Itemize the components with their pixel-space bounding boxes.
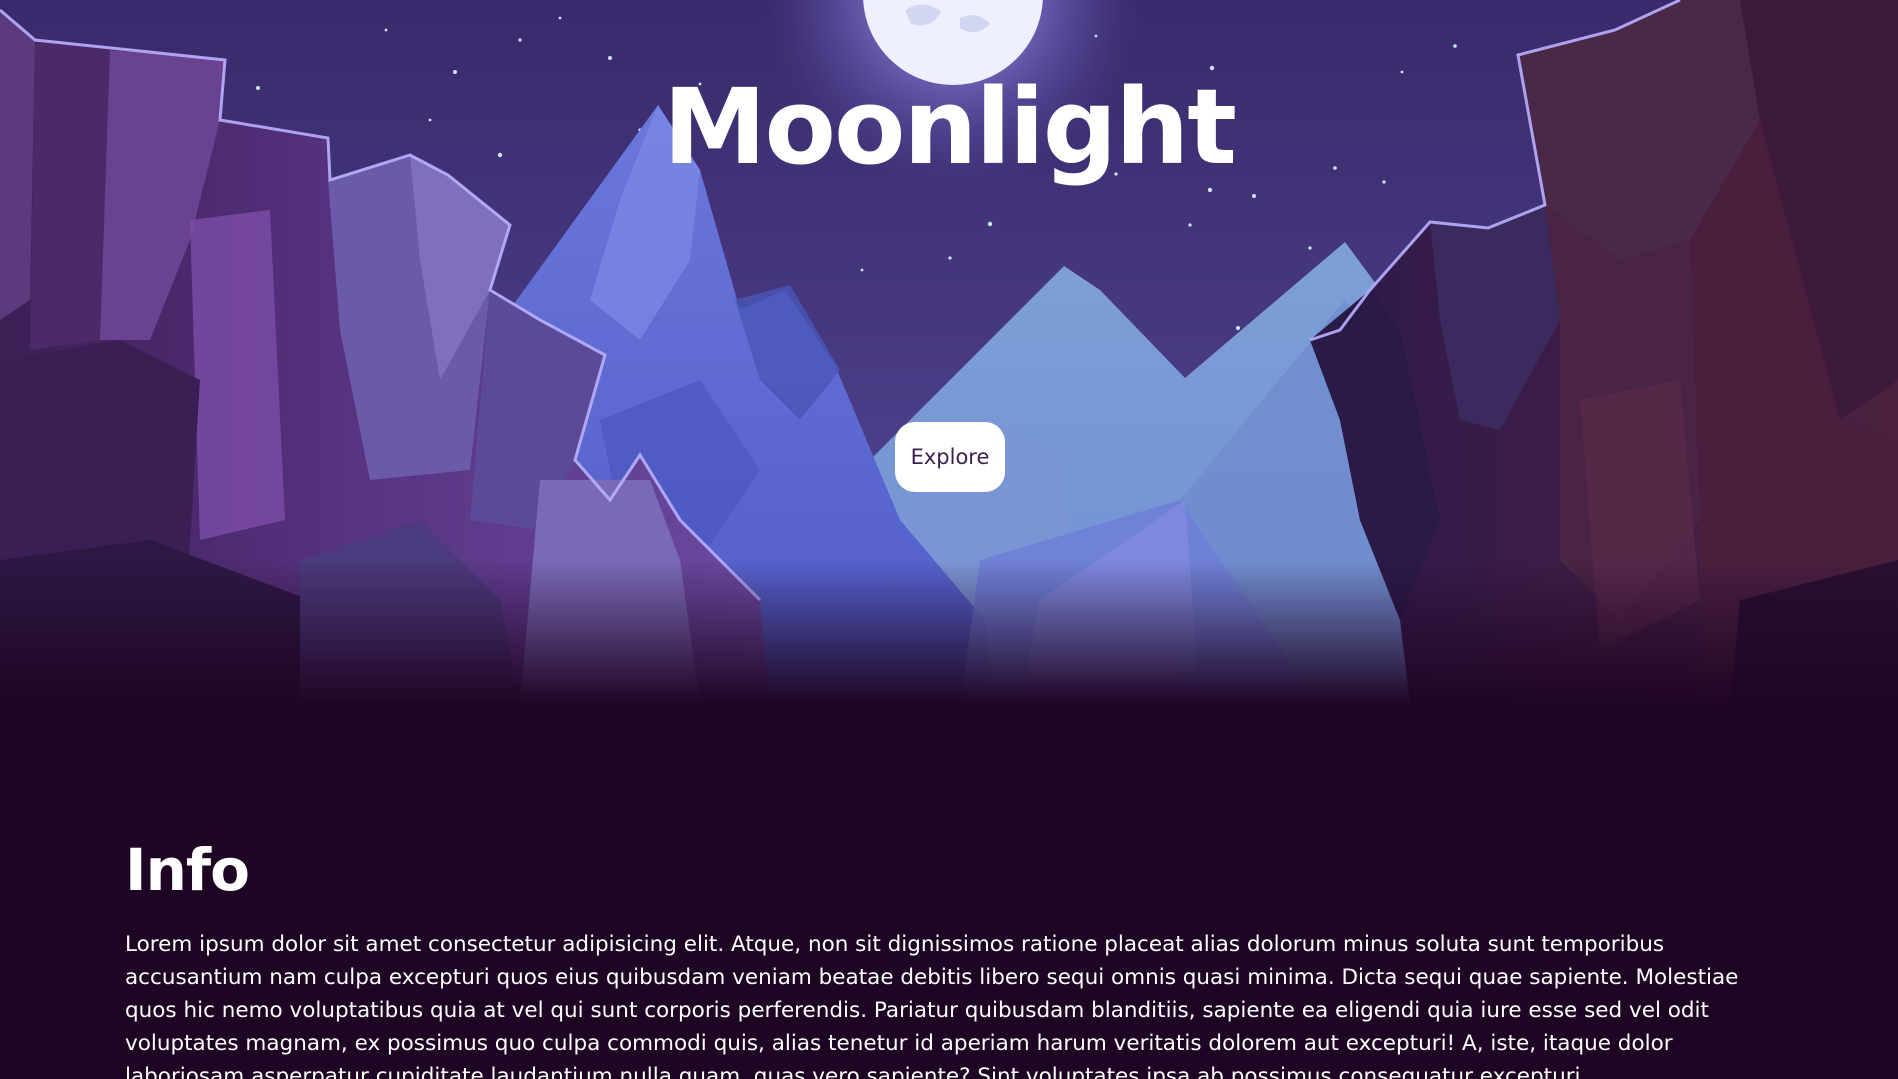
info-heading: Info <box>125 836 250 904</box>
info-section: Info Lorem ipsum dolor sit amet consecte… <box>125 830 1765 1079</box>
page: Moonlight Explore Info Lorem ipsum dolor… <box>0 0 1898 1079</box>
hero-section: Moonlight Explore <box>0 0 1898 705</box>
hero-bottom-fade <box>0 560 1898 705</box>
hero-title: Moonlight <box>663 66 1237 188</box>
info-paragraph: Lorem ipsum dolor sit amet consectetur a… <box>125 932 1739 1079</box>
explore-button[interactable]: Explore <box>895 422 1005 492</box>
